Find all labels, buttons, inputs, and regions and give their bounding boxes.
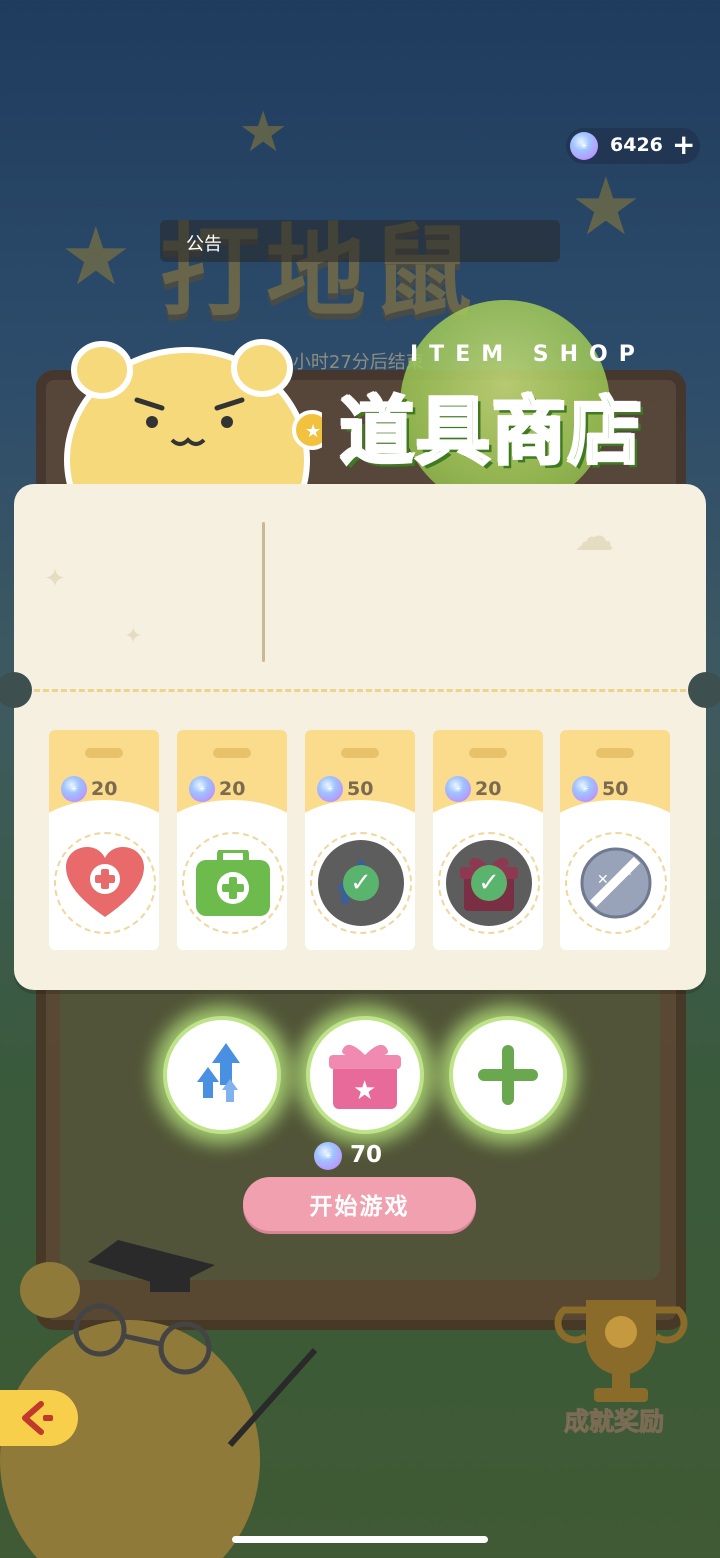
background-star-icon: ★ xyxy=(60,210,132,303)
medkit-icon xyxy=(190,840,276,926)
start-game-button[interactable]: 开始游戏 xyxy=(243,1177,476,1231)
item-price-value: 50 xyxy=(347,778,374,800)
gem-icon xyxy=(317,776,343,802)
gem-icon xyxy=(445,776,471,802)
item-price-value: 50 xyxy=(602,778,629,800)
item-price-value: 20 xyxy=(475,778,502,800)
svg-text:★: ★ xyxy=(353,1076,376,1106)
star-gift-icon: ★ xyxy=(329,1044,401,1109)
card-slot xyxy=(469,748,507,758)
exit-arrow-icon xyxy=(22,1401,53,1435)
cloud-icon: ☁ xyxy=(574,514,614,560)
shop-title: 道具商店 xyxy=(339,388,644,477)
speed-boost-icon: ✓ xyxy=(318,840,404,926)
svg-text:✕: ✕ xyxy=(621,864,633,880)
back-button[interactable] xyxy=(0,1390,78,1446)
shop-item-card[interactable]: 20 xyxy=(49,730,159,950)
gem-icon xyxy=(61,776,87,802)
loadout-slot-add[interactable] xyxy=(449,1016,567,1134)
gem-icon xyxy=(314,1142,342,1170)
ticket-notch-right xyxy=(688,672,720,708)
start-cost-value: 70 xyxy=(350,1142,383,1168)
announcement-bar[interactable]: 公告 xyxy=(160,220,560,262)
gem-icon xyxy=(572,776,598,802)
sparkle-icon: ✦ xyxy=(124,624,143,649)
home-indicator[interactable] xyxy=(232,1536,488,1543)
currency-amount: 6426 xyxy=(610,134,663,156)
shop-title-english: ITEM SHOP xyxy=(410,342,646,367)
add-currency-button[interactable]: + xyxy=(672,128,695,161)
knocked-out-face-icon: ✕ ✕ xyxy=(573,840,659,926)
shop-item-card[interactable]: 20 ✓ xyxy=(433,730,543,950)
shop-item-card[interactable]: 50 ✕ ✕ xyxy=(560,730,670,950)
add-slot-icon xyxy=(478,1045,538,1105)
svg-text:✕: ✕ xyxy=(597,872,609,888)
heart-plus-icon xyxy=(62,840,148,926)
announcement-label: 公告 xyxy=(186,234,222,255)
shop-item-card[interactable]: 50 ✓ xyxy=(305,730,415,950)
gem-icon xyxy=(570,132,598,160)
gem-icon xyxy=(189,776,215,802)
achievement-label: 成就奖励 xyxy=(563,1407,665,1437)
sparkle-icon: ✦ xyxy=(44,564,66,594)
item-price-value: 20 xyxy=(219,778,246,800)
currency-balance: 6426 + xyxy=(566,128,700,164)
owned-check-icon: ✓ xyxy=(343,865,379,901)
loadout-slot-star-gift[interactable]: ★ xyxy=(306,1016,424,1134)
panel-divider xyxy=(262,522,265,662)
card-slot xyxy=(85,748,123,758)
svg-text:★: ★ xyxy=(305,421,321,442)
achievement-button[interactable]: 成就奖励 xyxy=(546,1296,696,1446)
ticket-perforation xyxy=(34,689,686,692)
card-slot xyxy=(213,748,251,758)
owned-check-icon: ✓ xyxy=(471,865,507,901)
trophy-icon xyxy=(554,1300,688,1402)
card-slot xyxy=(596,748,634,758)
card-slot xyxy=(341,748,379,758)
background-star-icon: ★ xyxy=(570,160,642,253)
item-price-value: 20 xyxy=(91,778,118,800)
shop-item-card[interactable]: 20 xyxy=(177,730,287,950)
loadout-slot-speed-boost[interactable] xyxy=(163,1016,281,1134)
ticket-notch-left xyxy=(0,672,32,708)
speed-boost-icon xyxy=(197,1043,240,1102)
background-star-icon: ★ xyxy=(238,100,289,165)
gift-box-icon: ✓ xyxy=(446,840,532,926)
